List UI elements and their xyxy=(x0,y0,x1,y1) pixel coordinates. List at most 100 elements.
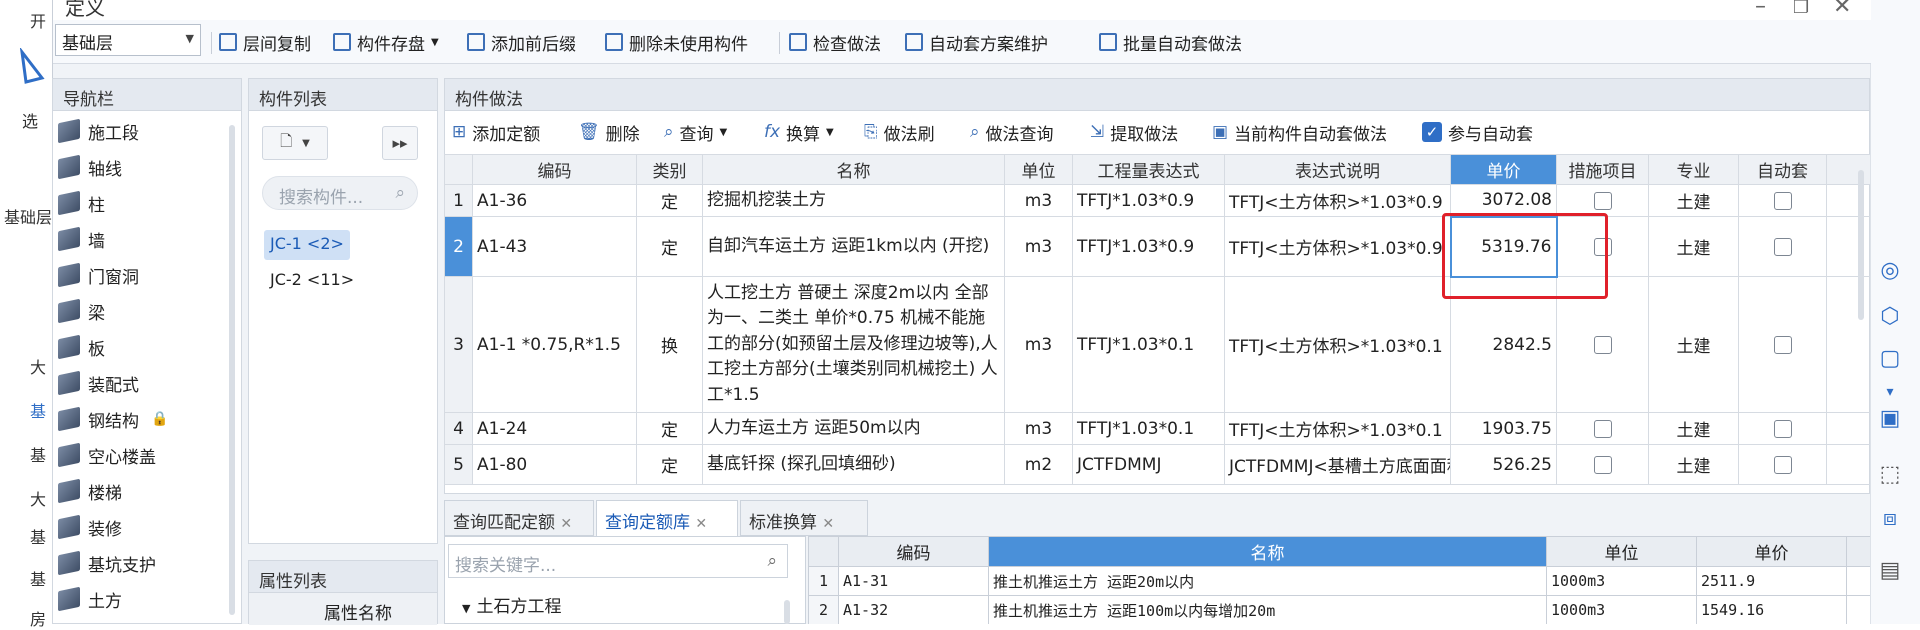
row-index[interactable]: 2 xyxy=(808,595,839,624)
row-index[interactable]: 4 xyxy=(444,412,473,445)
add-button[interactable]: ⊞ 添加定额 xyxy=(452,120,540,145)
cell-auto[interactable] xyxy=(1738,412,1827,445)
cell-expression[interactable]: TFTJ*1.03*0.9 xyxy=(1072,184,1225,217)
cell-measure[interactable] xyxy=(1556,412,1649,445)
cell-type[interactable]: 定 xyxy=(636,184,703,217)
cell-unit[interactable]: m3 xyxy=(1004,216,1073,277)
nav-item[interactable]: 板 xyxy=(58,330,105,364)
row-index[interactable]: 3 xyxy=(444,276,473,413)
cell-specialty[interactable]: 土建 xyxy=(1648,276,1739,413)
batch-auto-button[interactable]: 批量自动套做法 xyxy=(1099,30,1242,55)
copy-floor-button[interactable]: 层间复制 xyxy=(219,30,311,55)
minimize-icon[interactable]: – xyxy=(1755,0,1766,19)
row-index[interactable]: 5 xyxy=(444,444,473,485)
cell-code[interactable]: A1-32 xyxy=(838,595,989,624)
checkbox[interactable] xyxy=(1593,455,1612,474)
nav-item[interactable]: 空心楼盖 xyxy=(58,438,156,472)
row-index[interactable]: 1 xyxy=(444,184,473,217)
checkbox[interactable] xyxy=(1773,237,1792,256)
tab-quota-library[interactable]: 查询定额库 ✕ xyxy=(596,500,738,536)
column-header[interactable]: 名称 xyxy=(702,154,1005,185)
checkbox[interactable] xyxy=(1773,419,1792,438)
column-header[interactable]: 专业 xyxy=(1648,154,1739,185)
checkbox[interactable] xyxy=(1593,191,1612,210)
cell-price[interactable]: 2511.9 xyxy=(1696,566,1847,596)
table-row[interactable]: 2 A1-43 定自卸汽车运土方 运距1km以内 (开挖) m3 TFTJ*1.03*0… xyxy=(444,215,1870,278)
quota-search-input[interactable]: 搜索关键字... ⌕ xyxy=(448,544,788,578)
row-index[interactable]: 2 xyxy=(444,216,473,277)
nav-item[interactable]: 装配式 xyxy=(58,366,139,400)
column-header[interactable]: 自动套 xyxy=(1738,154,1827,185)
restore-icon[interactable]: ❐ xyxy=(1793,0,1809,18)
cell-expression-desc[interactable]: TFTJ<土方体积>*1.03*0.9 xyxy=(1224,184,1451,217)
fx-button[interactable]: fx 换算 ▼ xyxy=(764,120,834,145)
row-index[interactable]: 1 xyxy=(808,566,839,596)
cell-specialty[interactable]: 土建 xyxy=(1648,444,1739,485)
table-row[interactable]: 1 A1-36 定挖掘机挖装土方 m3 TFTJ*1.03*0.9 TFTJ<土方体积>*… xyxy=(444,184,1870,217)
nav-item[interactable]: 门窗洞 xyxy=(58,258,139,292)
cell-name[interactable]: 基底钎探 (探孔回填细砂) xyxy=(702,444,1005,485)
cell-unit[interactable]: 1000m3 xyxy=(1546,566,1697,596)
cell-price[interactable]: 526.25 xyxy=(1450,444,1557,485)
cell-code[interactable]: A1-80 xyxy=(472,444,637,485)
cell-code[interactable]: A1-24 xyxy=(472,412,637,445)
close-icon[interactable]: ✕ xyxy=(695,516,707,532)
checkbox[interactable] xyxy=(1773,455,1792,474)
table-row[interactable]: 5 A1-80 定基底钎探 (探孔回填细砂) m2 JCTFDMMJ JCTFDMMJ<基… xyxy=(444,444,1870,485)
cell-type[interactable]: 换 xyxy=(636,276,703,413)
tree-scrollbar[interactable] xyxy=(784,600,790,624)
cell-unit[interactable]: m3 xyxy=(1004,412,1073,445)
checkbox[interactable] xyxy=(1593,419,1612,438)
cell-measure[interactable] xyxy=(1556,444,1649,485)
check-method-button[interactable]: 检查做法 xyxy=(789,30,881,55)
close-icon[interactable]: ✕ xyxy=(822,516,834,532)
method-scrollbar[interactable] xyxy=(1858,170,1864,320)
delete-unused-button[interactable]: 删除未使用构件 xyxy=(605,30,748,55)
cell-code[interactable]: A1-1 *0.75,R*1.5 xyxy=(472,276,637,413)
cell-expression-desc[interactable]: JCTFDMMJ<基槽土方底面面积> xyxy=(1224,444,1451,485)
cell-price[interactable]: 1903.75 xyxy=(1450,412,1557,445)
nav-item[interactable]: 柱 xyxy=(58,186,105,220)
cell-price[interactable]: 3072.08 xyxy=(1450,184,1557,217)
add-prefix-button[interactable]: 添加前后缀 xyxy=(467,30,576,55)
search-doc-button[interactable]: ⌕ 做法查询 xyxy=(970,120,1054,145)
cell-code[interactable]: A1-43 xyxy=(472,216,637,277)
cell-name[interactable]: 人工挖土方 普硬土 深度2m以内 全部为一、二类土 单价*0.75 机械不能施工… xyxy=(702,276,1005,413)
tab-standard-conversion[interactable]: 标准换算 ✕ xyxy=(740,500,868,536)
cell-auto[interactable] xyxy=(1738,276,1827,413)
nav-item[interactable]: 轴线 xyxy=(58,150,122,184)
column-header[interactable]: 表达式说明 xyxy=(1224,154,1451,185)
cell-code[interactable]: A1-36 xyxy=(472,184,637,217)
query-button[interactable]: ⌕ 查询 ▼ xyxy=(664,120,727,145)
cell-expression-desc[interactable]: TFTJ<土方体积>*1.03*0.1 xyxy=(1224,412,1451,445)
table-row[interactable]: 1 A1-31 推土机推运土方 运距20m以内 1000m3 2511.9 xyxy=(808,566,1870,596)
nav-item[interactable]: 基坑支护 xyxy=(58,546,156,580)
tree-node-earthwork[interactable]: ▼ 土石方工程 xyxy=(462,592,561,617)
column-header[interactable]: 编码 xyxy=(472,154,637,185)
3d-icon[interactable]: ⬡ xyxy=(1872,298,1908,334)
nav-item[interactable]: 施工段 xyxy=(58,114,139,148)
cell-auto[interactable] xyxy=(1738,184,1827,217)
panel-icon[interactable]: ▤ xyxy=(1872,552,1908,588)
floor-select[interactable]: 基础层 ▼ xyxy=(55,24,201,56)
checkbox[interactable] xyxy=(1773,191,1792,210)
cell-auto[interactable] xyxy=(1738,444,1827,485)
trash-button[interactable]: 🗑 删除 xyxy=(578,120,640,145)
table-row[interactable]: 4 A1-24 定人力车运土方 运距50m以内 m3 TFTJ*1.03*0.1 TFTJ… xyxy=(444,412,1870,445)
brush-button[interactable]: ⎘ 做法刷 xyxy=(864,120,935,145)
close-icon[interactable]: ✕ xyxy=(560,516,572,532)
column-header[interactable]: 单价 xyxy=(1696,536,1847,567)
cell-expression-desc[interactable]: TFTJ<土方体积>*1.03*0.9 xyxy=(1224,216,1451,277)
column-header[interactable]: 单位 xyxy=(1004,154,1073,185)
table-row[interactable]: 2 A1-32 推土机推运土方 运距100m以内每增加20m 1000m3 1549.1… xyxy=(808,595,1870,624)
nav-item[interactable]: 土方 xyxy=(58,582,122,616)
cell-expression[interactable]: JCTFDMMJ xyxy=(1072,444,1225,485)
column-header[interactable]: 单位 xyxy=(1546,536,1697,567)
extract-button[interactable]: ⇲ 提取做法 xyxy=(1090,120,1178,145)
cell-type[interactable]: 定 xyxy=(636,216,703,277)
close-icon[interactable]: ✕ xyxy=(1833,0,1851,19)
cell-price[interactable]: 1549.16 xyxy=(1696,595,1847,624)
cell-unit[interactable]: m3 xyxy=(1004,276,1073,413)
cell-name[interactable]: 推土机推运土方 运距20m以内 xyxy=(988,566,1547,596)
cell-specialty[interactable]: 土建 xyxy=(1648,216,1739,277)
